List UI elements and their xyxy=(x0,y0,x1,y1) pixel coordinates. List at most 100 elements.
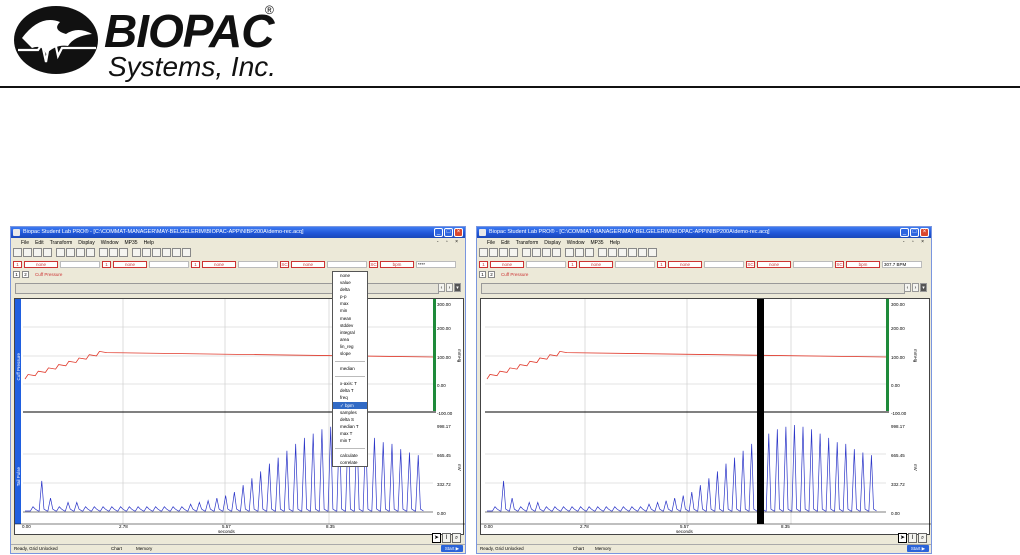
toolbar-button[interactable] xyxy=(585,248,594,257)
dropdown-option[interactable]: none xyxy=(333,272,367,279)
menu-edit[interactable]: Edit xyxy=(501,240,510,246)
toolbar-button[interactable] xyxy=(532,248,541,257)
menu-display[interactable]: Display xyxy=(544,240,560,246)
meas-type-select[interactable]: none xyxy=(24,260,58,268)
toolbar-button[interactable] xyxy=(608,248,617,257)
minimize-button[interactable]: _ xyxy=(900,228,909,237)
menu-file[interactable]: File xyxy=(21,240,29,246)
menu-display[interactable]: Display xyxy=(78,240,94,246)
waveform-graph[interactable] xyxy=(15,299,465,536)
start-button[interactable]: Start ▶ xyxy=(441,545,463,552)
meas-type-select[interactable]: none xyxy=(668,260,702,268)
waveform-graph[interactable] xyxy=(481,299,931,536)
toolbar-button[interactable] xyxy=(499,248,508,257)
mdi-controls[interactable]: - ▫ × xyxy=(903,239,927,245)
plot-area[interactable]: Cuff Pressure Tail Pulse 300.00 200.00 1… xyxy=(14,298,465,536)
dropdown-arrow-icon[interactable]: ▾ xyxy=(920,283,927,292)
scroll-left-icon[interactable]: ‹ xyxy=(904,283,911,292)
toolbar-button[interactable] xyxy=(172,248,181,257)
meas-type-select[interactable]: none xyxy=(113,260,147,268)
menu-transform[interactable]: Transform xyxy=(516,240,539,246)
meas-channel-select[interactable]: SC xyxy=(280,260,289,268)
meas-type-select[interactable]: bpm xyxy=(380,260,414,268)
toolbar-button[interactable] xyxy=(66,248,75,257)
dropdown-option[interactable]: min xyxy=(333,307,367,314)
menu-mp35[interactable]: MP35 xyxy=(591,240,604,246)
dropdown-option[interactable]: stddev xyxy=(333,322,367,329)
scroll-right-icon[interactable]: › xyxy=(912,283,919,292)
menu-transform[interactable]: Transform xyxy=(50,240,73,246)
toolbar-button[interactable] xyxy=(522,248,531,257)
dropdown-option[interactable]: p-p xyxy=(333,293,367,300)
arrow-tool-icon[interactable]: ➤ xyxy=(898,533,907,543)
maximize-button[interactable]: □ xyxy=(910,228,919,237)
menu-help[interactable]: Help xyxy=(610,240,620,246)
toolbar-button[interactable] xyxy=(23,248,32,257)
toolbar-button[interactable] xyxy=(565,248,574,257)
dropdown-option[interactable]: delta T xyxy=(333,387,367,394)
menu-help[interactable]: Help xyxy=(144,240,154,246)
toolbar-button[interactable] xyxy=(132,248,141,257)
dropdown-option[interactable]: samples xyxy=(333,409,367,416)
journal-bar[interactable] xyxy=(15,283,439,294)
toolbar-button[interactable] xyxy=(598,248,607,257)
start-button[interactable]: Start ▶ xyxy=(907,545,929,552)
toolbar-button[interactable] xyxy=(552,248,561,257)
dropdown-option[interactable]: value xyxy=(333,279,367,286)
toolbar-button[interactable] xyxy=(109,248,118,257)
toolbar-button[interactable] xyxy=(99,248,108,257)
toolbar-button[interactable] xyxy=(182,248,191,257)
title-bar[interactable]: Biopac Student Lab PRO® - [C:\COMMAT-MAN… xyxy=(11,227,465,238)
menu-file[interactable]: File xyxy=(487,240,495,246)
dropdown-arrow-icon[interactable]: ▾ xyxy=(454,283,461,292)
toolbar-button[interactable] xyxy=(13,248,22,257)
channel-tab-1[interactable]: 1 xyxy=(13,271,20,278)
toolbar-button[interactable] xyxy=(509,248,518,257)
menu-window[interactable]: Window xyxy=(101,240,119,246)
dropdown-option[interactable]: mean xyxy=(333,315,367,322)
plot-area[interactable]: 300.00 200.00 100.00 0.00 -100.00 mmHg 9… xyxy=(480,298,931,536)
meas-channel-select[interactable]: SC xyxy=(835,260,844,268)
channel-tab-1[interactable]: 1 xyxy=(479,271,486,278)
dropdown-option[interactable]: delta S xyxy=(333,416,367,423)
scroll-left-icon[interactable]: ‹ xyxy=(438,283,445,292)
dropdown-option[interactable]: median T xyxy=(333,423,367,430)
meas-type-select[interactable]: none xyxy=(202,260,236,268)
channel-tab-2[interactable]: 2 xyxy=(488,271,495,278)
toolbar-button[interactable] xyxy=(142,248,151,257)
dropdown-option[interactable]: integral xyxy=(333,329,367,336)
arrow-tool-icon[interactable]: ➤ xyxy=(432,533,441,543)
meas-type-select[interactable]: none xyxy=(490,260,524,268)
dropdown-option[interactable]: lin_reg xyxy=(333,343,367,350)
meas-channel-select[interactable]: 1 xyxy=(657,260,666,268)
toolbar-button[interactable] xyxy=(618,248,627,257)
meas-channel-select[interactable]: SC xyxy=(746,260,755,268)
close-button[interactable]: × xyxy=(454,228,463,237)
ibeam-tool-icon[interactable]: I xyxy=(908,533,917,543)
dropdown-option[interactable]: x-axis: T xyxy=(333,380,367,387)
menu-edit[interactable]: Edit xyxy=(35,240,44,246)
meas-channel-select[interactable]: 1 xyxy=(479,260,488,268)
zoom-tool-icon[interactable]: ⌕ xyxy=(452,533,461,543)
dropdown-option[interactable]: max xyxy=(333,300,367,307)
meas-type-select[interactable]: bpm xyxy=(846,260,880,268)
toolbar-button[interactable] xyxy=(119,248,128,257)
dropdown-option[interactable]: calculate xyxy=(333,452,367,459)
dropdown-option[interactable]: delta xyxy=(333,286,367,293)
toolbar-button[interactable] xyxy=(479,248,488,257)
ibeam-tool-icon[interactable]: I xyxy=(442,533,451,543)
dropdown-option[interactable]: correlate xyxy=(333,459,367,466)
toolbar-button[interactable] xyxy=(648,248,657,257)
menu-mp35[interactable]: MP35 xyxy=(125,240,138,246)
channel-tab-2[interactable]: 2 xyxy=(22,271,29,278)
scroll-right-icon[interactable]: › xyxy=(446,283,453,292)
dropdown-option[interactable]: ✓ bpm xyxy=(333,401,367,409)
maximize-button[interactable]: □ xyxy=(444,228,453,237)
toolbar-button[interactable] xyxy=(43,248,52,257)
toolbar-button[interactable] xyxy=(575,248,584,257)
toolbar-button[interactable] xyxy=(638,248,647,257)
meas-channel-select[interactable]: 1 xyxy=(102,260,111,268)
meas-type-select[interactable]: none xyxy=(579,260,613,268)
dropdown-option[interactable]: freq xyxy=(333,394,367,401)
dropdown-option[interactable]: area xyxy=(333,336,367,343)
